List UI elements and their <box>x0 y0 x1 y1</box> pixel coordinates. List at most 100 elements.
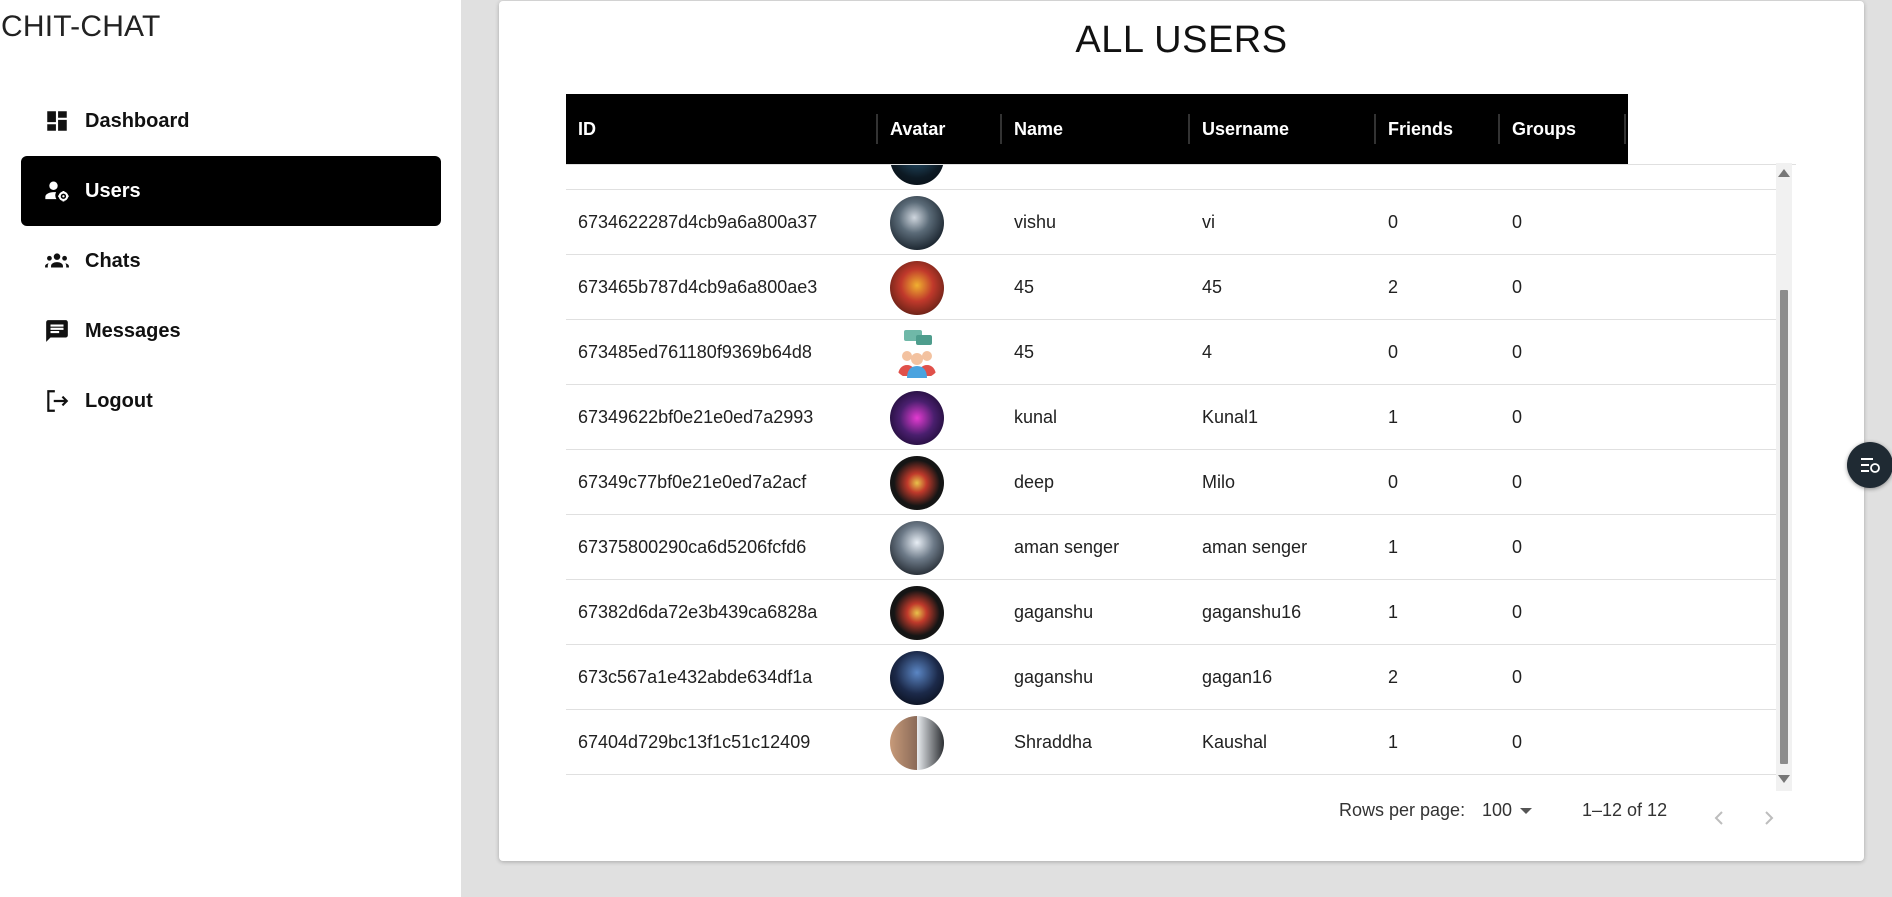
brand-title: CHIT-CHAT <box>1 10 161 43</box>
table-row[interactable]: 673c567a1e432abde634df1a gaganshu gagan16 2… <box>566 645 1776 710</box>
column-header-id[interactable]: ID <box>566 94 596 164</box>
cell-avatar <box>890 515 944 580</box>
table-row[interactable]: 6734618e87d4cb9a6a800a26 aman amann 0 0 <box>566 165 1776 190</box>
table-row[interactable]: 67382d6da72e3b439ca6828a gaganshu gaganshu… <box>566 580 1776 645</box>
cell-avatar <box>890 190 944 255</box>
cell-username: amann <box>1202 165 1257 190</box>
avatar <box>890 260 944 315</box>
cell-name: aman senger <box>1014 537 1120 557</box>
chevron-right-icon <box>1765 811 1774 825</box>
page-title: ALL USERS <box>1075 19 1288 61</box>
cell-name: 45 <box>1014 342 1035 362</box>
sidebar-item-dashboard[interactable]: Dashboard <box>21 86 441 156</box>
cell-id: 6734622287d4cb9a6a800a37 <box>578 212 818 232</box>
table-row[interactable]: 67349c77bf0e21e0ed7a2acf deep Milo 0 0 <box>566 450 1776 515</box>
cell-name: Shraddha <box>1014 732 1093 752</box>
cell-id: 6734618e87d4cb9a6a800a26 <box>578 165 817 190</box>
cell-name: gaganshu <box>1014 602 1094 622</box>
table-row[interactable]: 67375800290ca6d5206fcfd6 aman senger aman … <box>566 515 1776 580</box>
sidebar-item-label: Logout <box>85 389 153 412</box>
cell-groups: 0 <box>1512 732 1523 752</box>
cell-username: vi <box>1202 212 1215 232</box>
cell-name: gaganshu <box>1014 667 1094 687</box>
cell-avatar <box>890 710 944 775</box>
filter-fab-button[interactable] <box>1847 442 1892 488</box>
cell-avatar <box>890 450 944 515</box>
cell-id: 673465b787d4cb9a6a800ae3 <box>578 277 818 297</box>
cell-username: gagan16 <box>1202 667 1273 687</box>
table-scrollbar[interactable] <box>1776 163 1792 791</box>
rows-per-page-select[interactable]: 100 <box>1482 800 1533 821</box>
cell-username: 4 <box>1202 342 1213 362</box>
cell-name: vishu <box>1014 212 1057 232</box>
cell-friends: 1 <box>1388 537 1399 557</box>
cell-id: 673c567a1e432abde634df1a <box>578 667 813 687</box>
column-header-avatar[interactable]: Avatar <box>878 94 945 164</box>
previous-page-button[interactable] <box>1709 808 1729 828</box>
cell-groups: 0 <box>1512 277 1523 297</box>
table-row[interactable]: 673465b787d4cb9a6a800ae3 45 45 2 0 <box>566 255 1776 320</box>
avatar <box>890 715 944 770</box>
pagination-range: 1–12 of 12 <box>1582 800 1668 820</box>
avatar <box>890 585 944 640</box>
rows-per-page-label: Rows per page: <box>1339 800 1466 820</box>
cell-groups: 0 <box>1512 537 1523 557</box>
cell-friends: 1 <box>1388 602 1399 622</box>
sidebar-item-messages[interactable]: Messages <box>21 296 441 366</box>
cell-groups: 0 <box>1512 165 1522 190</box>
sidebar-item-logout[interactable]: Logout <box>21 366 441 436</box>
cell-groups: 0 <box>1512 212 1523 232</box>
cell-avatar <box>890 255 944 320</box>
cell-friends: 0 <box>1388 342 1399 362</box>
cell-username: Milo <box>1202 472 1236 492</box>
cell-friends: 2 <box>1388 277 1399 297</box>
cell-groups: 0 <box>1512 667 1523 687</box>
cell-username: Kunal1 <box>1202 407 1259 427</box>
sidebar-item-label: Chats <box>85 249 141 272</box>
message-icon <box>43 317 71 345</box>
scroll-up-arrow-icon[interactable] <box>1778 169 1790 177</box>
manage-accounts-icon <box>43 177 71 205</box>
table-row[interactable]: 6734622287d4cb9a6a800a37 vishu vi 0 0 <box>566 190 1776 255</box>
sidebar-item-label: Dashboard <box>85 109 190 132</box>
cell-avatar <box>890 320 944 385</box>
next-page-button[interactable] <box>1759 808 1779 828</box>
chevron-down-icon <box>1520 807 1533 814</box>
cell-groups: 0 <box>1512 602 1523 622</box>
avatar <box>890 390 944 445</box>
cell-friends: 0 <box>1388 165 1398 190</box>
cell-id: 67404d729bc13f1c51c12409 <box>578 732 811 752</box>
sidebar: CHIT-CHAT Dashboard Users Chats Messages… <box>0 0 461 897</box>
cell-friends: 0 <box>1388 472 1399 492</box>
cell-name: kunal <box>1014 407 1058 427</box>
sidebar-item-label: Messages <box>85 319 181 342</box>
column-header-friends[interactable]: Friends <box>1376 94 1453 164</box>
cell-name: deep <box>1014 472 1055 492</box>
sidebar-item-users[interactable]: Users <box>21 156 441 226</box>
dashboard-icon <box>43 107 71 135</box>
cell-username: Kaushal <box>1202 732 1268 752</box>
table-row[interactable]: 67404d729bc13f1c51c12409 Shraddha Kaushal 1… <box>566 710 1776 775</box>
column-separator[interactable] <box>1624 114 1626 144</box>
cell-friends: 0 <box>1388 212 1399 232</box>
column-header-name[interactable]: Name <box>1002 94 1063 164</box>
sidebar-item-chats[interactable]: Chats <box>21 226 441 296</box>
rows-per-page-value: 100 <box>1482 800 1513 820</box>
table-row[interactable]: 67349622bf0e21e0ed7a2993 kunal Kunal1 1 0 <box>566 385 1776 450</box>
cell-id: 673485ed761180f9369b64d8 <box>578 342 812 362</box>
scroll-thumb[interactable] <box>1780 290 1788 764</box>
cell-groups: 0 <box>1512 342 1523 362</box>
cell-avatar <box>890 385 944 450</box>
cell-id: 67349622bf0e21e0ed7a2993 <box>578 407 814 427</box>
cell-name: 45 <box>1014 277 1035 297</box>
column-header-username[interactable]: Username <box>1190 94 1289 164</box>
column-header-groups[interactable]: Groups <box>1500 94 1576 164</box>
table-row[interactable]: 673485ed761180f9369b64d8 45 4 0 0 <box>566 320 1776 385</box>
avatar <box>890 455 944 510</box>
cell-id: 67382d6da72e3b439ca6828a <box>578 602 818 622</box>
scroll-down-arrow-icon[interactable] <box>1778 775 1790 783</box>
table-body: 6734618e87d4cb9a6a800a26amanamann0067346… <box>566 164 1796 792</box>
cell-groups: 0 <box>1512 407 1523 427</box>
cell-avatar <box>890 645 944 710</box>
cell-username: 45 <box>1202 277 1223 297</box>
